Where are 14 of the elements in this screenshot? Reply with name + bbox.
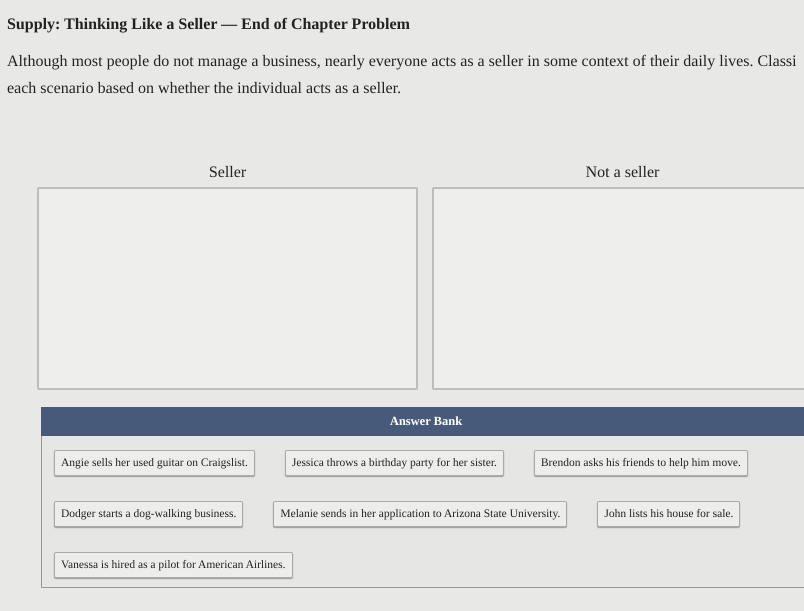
bin-label: Not a seller: [586, 164, 660, 182]
answer-chip[interactable]: Angie sells her used guitar on Craigslist.: [54, 450, 255, 476]
answer-chip[interactable]: John lists his house for sale.: [597, 501, 740, 527]
answer-chip[interactable]: Brendon asks his friends to help him move.: [534, 450, 748, 476]
instructions-text: Although most people do not manage a business, nearly everyone acts as a seller in some context of their daily lives. Classi each scenario based on whether the individual acts as a seller.: [7, 52, 798, 99]
answer-chip[interactable]: Dodger starts a dog-walking business.: [54, 501, 244, 527]
drop-zone[interactable]: [37, 187, 418, 390]
drop-zone[interactable]: [432, 187, 804, 390]
answer-chip[interactable]: Melanie sends in her application to Arizona State University.: [273, 501, 568, 527]
answer-chip[interactable]: Vanessa is hired as a pilot for American Airlines.: [54, 552, 293, 578]
answer-bank-header: Answer Bank: [41, 407, 804, 436]
problem-title: Supply: Thinking Like a Seller — End of Chapter Problem: [7, 16, 411, 34]
answer-chip[interactable]: Jessica throws a birthday party for her sister.: [284, 450, 504, 476]
bin-label: Seller: [208, 164, 246, 182]
